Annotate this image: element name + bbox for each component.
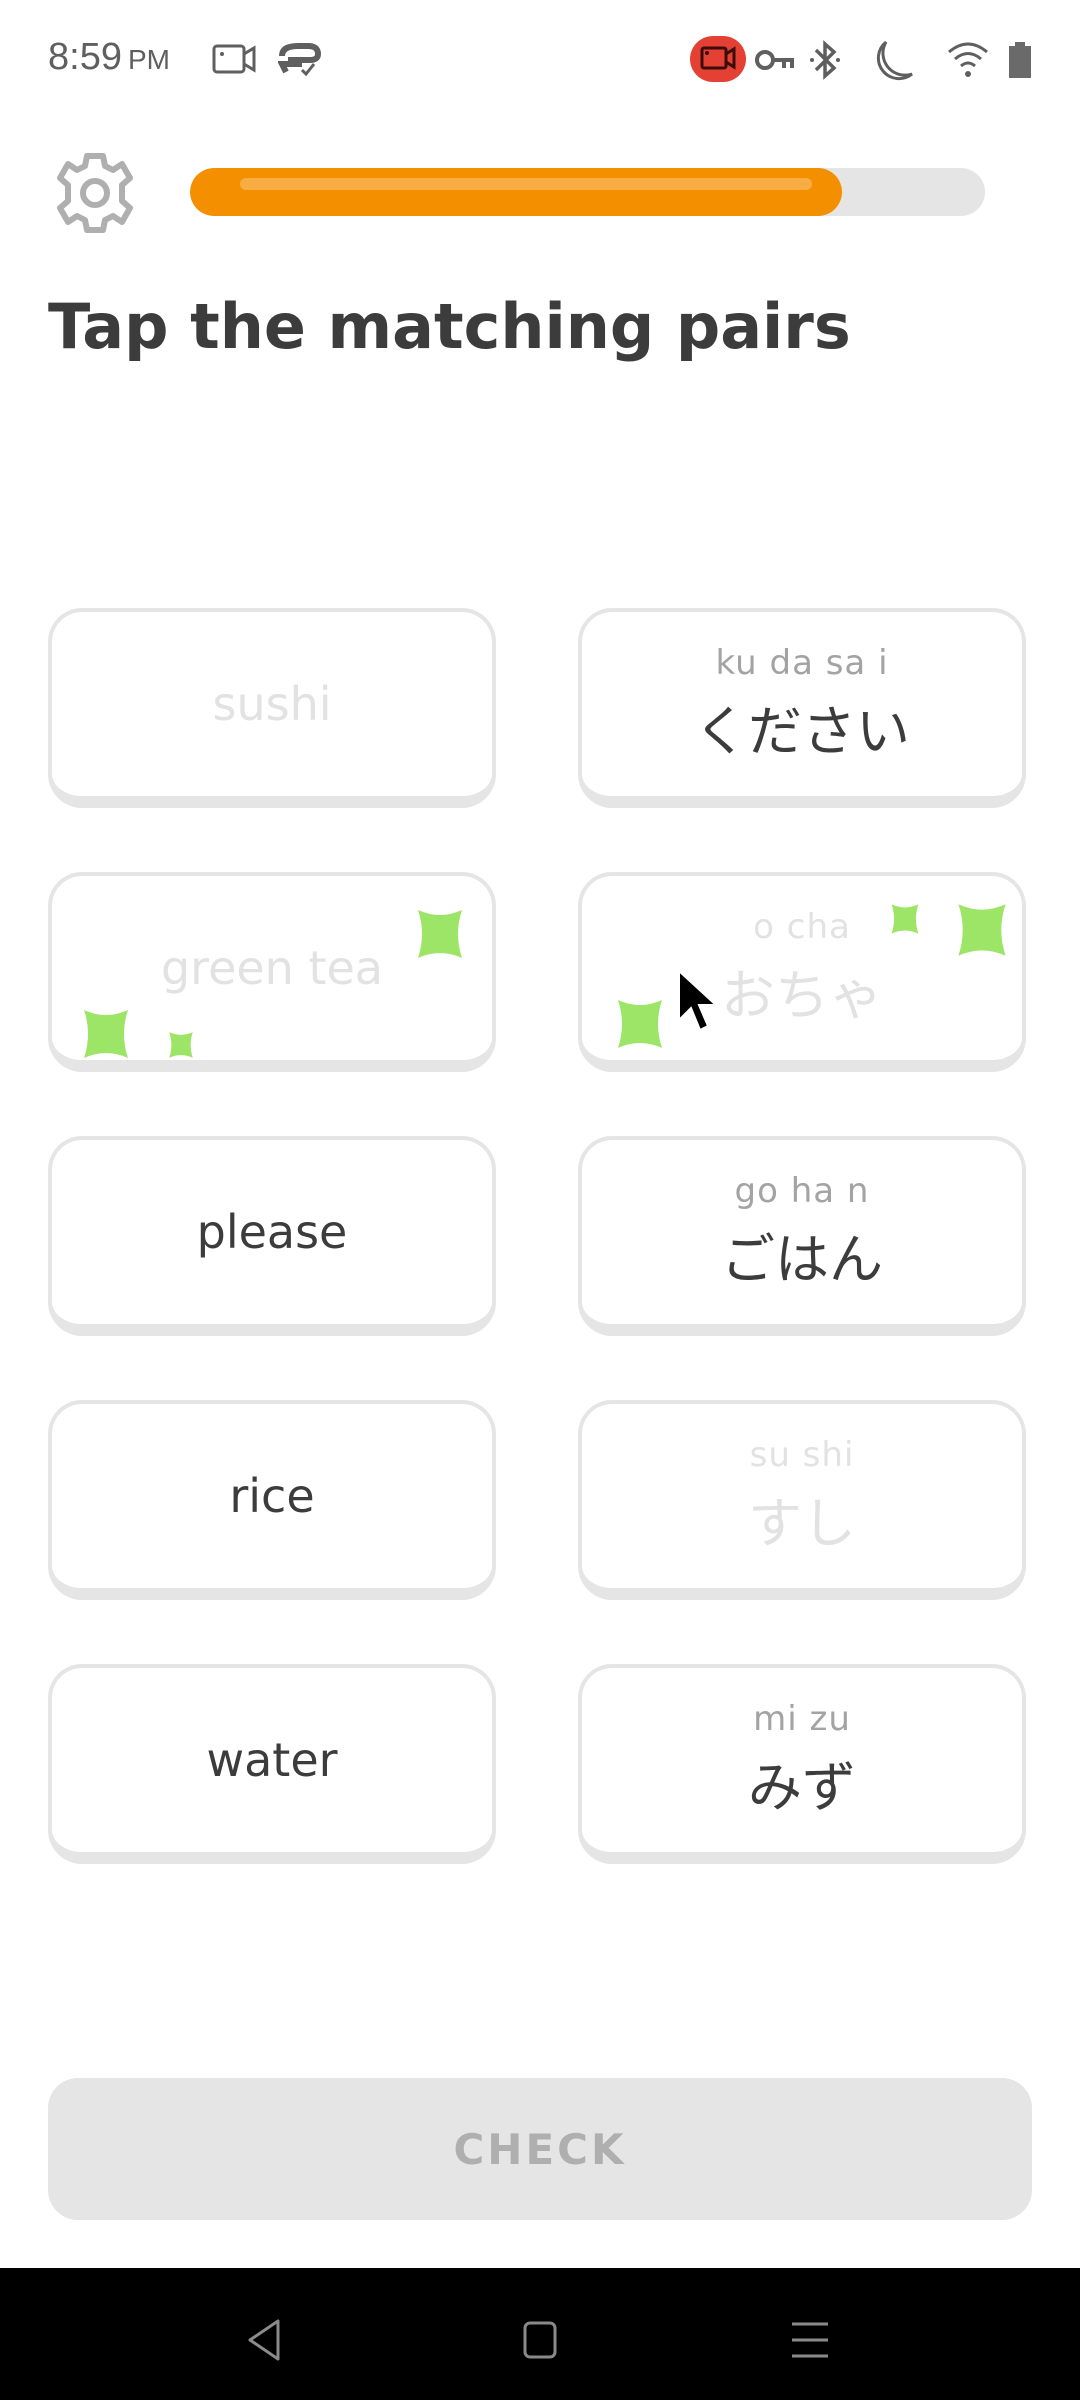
check-button[interactable]: CHECK: [48, 2078, 1032, 2220]
gear-icon[interactable]: [52, 150, 138, 236]
sparkle-icon: [418, 910, 462, 958]
tile-word: rice: [229, 1469, 315, 1523]
tile-left-green-tea[interactable]: green tea: [48, 872, 496, 1072]
tile-kana: すし: [748, 1491, 856, 1555]
tile-word: please: [196, 1205, 348, 1259]
ampm-text: PM: [127, 44, 170, 75]
time-text: 8:59: [48, 36, 122, 78]
battery-icon: [1009, 42, 1031, 78]
tile-left-sushi[interactable]: sushi: [48, 608, 496, 808]
tile-kana: みず: [748, 1755, 856, 1819]
sparkle-icon: [618, 1000, 662, 1048]
status-time: 8:59 PM: [48, 36, 170, 79]
do-not-disturb-moon-icon: [876, 40, 913, 81]
tile-left-water[interactable]: water: [48, 1664, 496, 1864]
back-icon[interactable]: [246, 2318, 282, 2362]
tile-right-gohan[interactable]: go ha n ごはん: [578, 1136, 1026, 1336]
tile-romaji: su shi: [749, 1434, 855, 1475]
progress-shine: [240, 178, 812, 190]
page-title: Tap the matching pairs: [48, 290, 851, 363]
vpn-key-icon: [755, 50, 794, 70]
tile-right-ocha[interactable]: o cha おちゃ: [578, 872, 1026, 1072]
tile-romaji: mi zu: [753, 1698, 851, 1739]
tile-left-please[interactable]: please: [48, 1136, 496, 1336]
bluetooth-icon: [810, 40, 840, 80]
tile-left-rice[interactable]: rice: [48, 1400, 496, 1600]
tile-romaji: o cha: [753, 906, 851, 947]
status-bar: 8:59 PM: [0, 0, 1080, 120]
tile-right-mizu[interactable]: mi zu みず: [578, 1664, 1026, 1864]
sparkle-icon: [84, 1010, 128, 1058]
progress-fill: [190, 168, 842, 216]
lesson-progress-bar: [190, 168, 985, 216]
tile-word: water: [206, 1733, 338, 1787]
sparkle-icon: [958, 904, 1006, 956]
tile-right-kudasai[interactable]: ku da sa i ください: [578, 608, 1026, 808]
recording-active-icon: [700, 46, 736, 70]
data-saver-icon: [278, 43, 322, 77]
tile-word: green tea: [160, 941, 383, 995]
recording-active-indicator: [690, 36, 746, 82]
recents-icon[interactable]: [790, 2320, 830, 2360]
tile-kana: ください: [694, 699, 910, 763]
screen-record-icon: [212, 44, 256, 74]
tile-romaji: go ha n: [734, 1170, 870, 1211]
tile-kana: ごはん: [721, 1227, 883, 1291]
home-icon[interactable]: [522, 2320, 558, 2360]
tile-word: sushi: [212, 677, 332, 731]
tile-kana: おちゃ: [721, 963, 883, 1027]
tile-romaji: ku da sa i: [715, 642, 889, 683]
sparkle-icon: [891, 904, 919, 934]
sparkle-icon: [169, 1032, 193, 1058]
wifi-icon: [948, 42, 988, 77]
tile-right-sushi[interactable]: su shi すし: [578, 1400, 1026, 1600]
mouse-cursor-icon: [678, 968, 719, 1032]
system-nav-bar: [0, 2268, 1080, 2400]
